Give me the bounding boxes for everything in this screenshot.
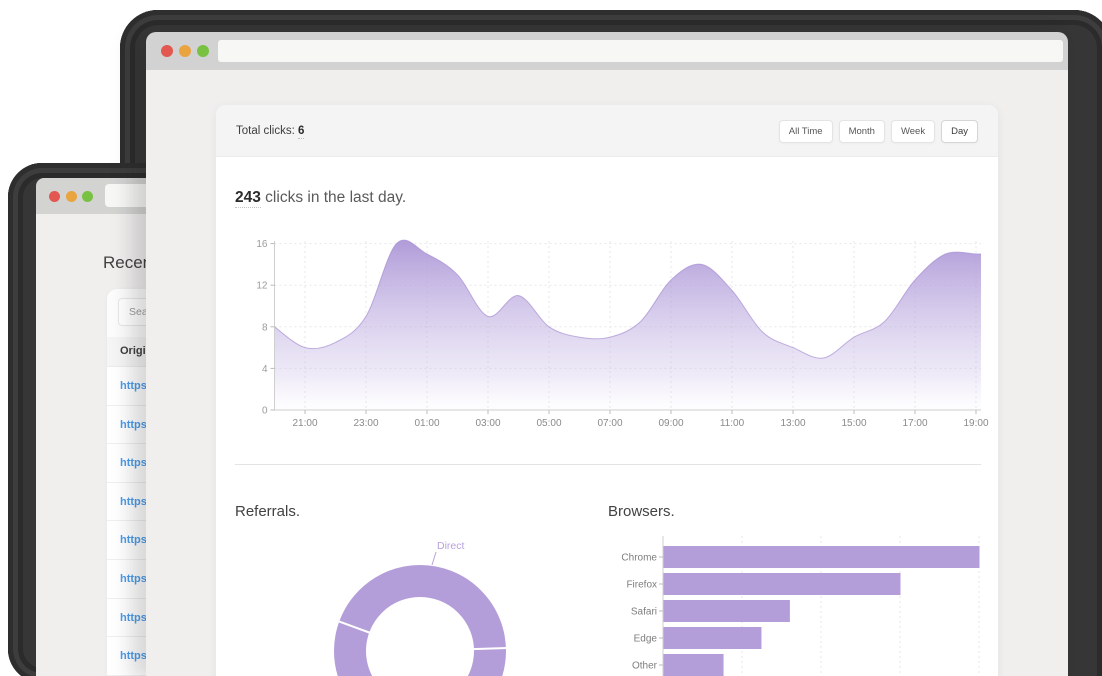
referrals-donut-chart: Direct (320, 534, 530, 676)
front-browser-titlebar (146, 32, 1068, 70)
analytics-card: Total clicks: 6 All Time Month Week Day … (216, 105, 998, 676)
clicks-area-chart: 0 4 8 12 16 21:00 23:00 01:00 03:00 05:00 07:00 09:… (230, 232, 996, 432)
total-clicks-label: Total clicks: (236, 125, 295, 137)
category-label: Other (632, 661, 658, 672)
browsers-title: Browsers. (608, 503, 675, 520)
back-traffic-lights (49, 191, 93, 202)
x-tick-label: 23:00 (353, 418, 378, 429)
category-label: Firefox (626, 580, 657, 591)
x-tick-label: 15:00 (841, 418, 866, 429)
bar-firefox (664, 573, 901, 595)
traffic-light-green-icon (82, 191, 93, 202)
traffic-light-yellow-icon (179, 45, 191, 57)
clicks-count: 243 (235, 189, 261, 208)
clicks-headline-text: clicks in the last day. (261, 189, 406, 206)
clicks-headline: 243 clicks in the last day. (235, 189, 406, 207)
bar-edge (664, 627, 762, 649)
front-traffic-lights (161, 45, 209, 57)
total-clicks-summary: Total clicks: 6 (236, 105, 304, 157)
y-tick-label: 8 (262, 322, 268, 333)
time-filter-group: All Time Month Week Day (779, 120, 978, 143)
bar-chrome (664, 546, 980, 568)
slice-divider (473, 648, 507, 649)
filter-all-time-button[interactable]: All Time (779, 120, 833, 143)
x-tick-label: 01:00 (414, 418, 439, 429)
y-tick-label: 4 (262, 364, 268, 375)
front-browser-content: Total clicks: 6 All Time Month Week Day … (146, 70, 1068, 676)
filter-day-button[interactable]: Day (941, 120, 978, 143)
total-clicks-value: 6 (298, 125, 304, 139)
slice-leader-line (432, 552, 436, 565)
browsers-bar-chart: Chrome Firefox Safari Edge Other (600, 534, 998, 676)
analytics-card-header: Total clicks: 6 All Time Month Week Day (216, 105, 998, 157)
traffic-light-yellow-icon (66, 191, 77, 202)
category-label: Chrome (621, 553, 657, 564)
filter-month-button[interactable]: Month (839, 120, 885, 143)
x-tick-label: 13:00 (780, 418, 805, 429)
y-tick-label: 16 (256, 239, 268, 250)
traffic-light-red-icon (161, 45, 173, 57)
x-tick-label: 11:00 (720, 418, 745, 429)
x-tick-label: 17:00 (902, 418, 927, 429)
x-tick-label: 19:00 (963, 418, 988, 429)
x-tick-label: 05:00 (536, 418, 561, 429)
referrals-title: Referrals. (235, 503, 300, 520)
area-fill (275, 240, 982, 410)
bar-safari (664, 600, 790, 622)
x-tick-label: 21:00 (292, 418, 317, 429)
front-url-bar (218, 40, 1063, 62)
x-tick-label: 03:00 (475, 418, 500, 429)
traffic-light-green-icon (197, 45, 209, 57)
section-divider (235, 464, 981, 465)
x-tick-label: 07:00 (597, 418, 622, 429)
front-browser-window: Total clicks: 6 All Time Month Week Day … (146, 32, 1068, 676)
filter-week-button[interactable]: Week (891, 120, 935, 143)
category-label: Safari (631, 607, 657, 618)
x-tick-label: 09:00 (658, 418, 683, 429)
category-label: Edge (634, 634, 658, 645)
traffic-light-red-icon (49, 191, 60, 202)
bar-other (664, 654, 724, 676)
y-tick-label: 12 (256, 281, 268, 292)
donut-ring (350, 581, 490, 676)
y-tick-label: 0 (262, 406, 268, 417)
slice-label-direct: Direct (437, 540, 465, 552)
page: Recent Original https:// https:// https:… (0, 0, 1102, 676)
